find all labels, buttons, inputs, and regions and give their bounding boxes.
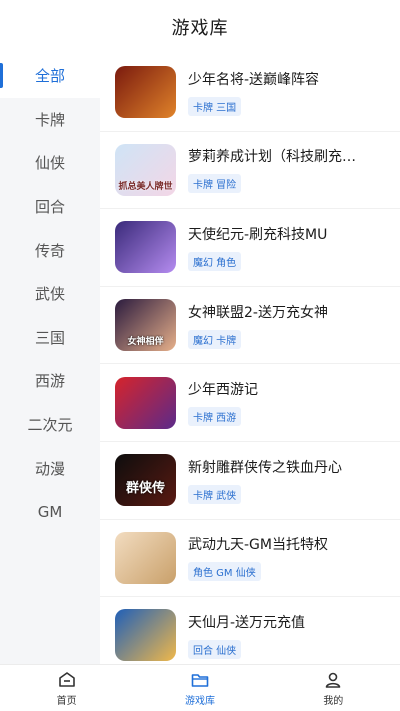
game-thumbnail[interactable] xyxy=(115,609,176,662)
tab-home[interactable]: 首页 xyxy=(0,665,133,711)
game-thumbnail[interactable] xyxy=(115,66,176,119)
game-name: 武动九天-GM当托特权 xyxy=(188,537,328,554)
sidebar-item-label: 全部 xyxy=(34,67,65,86)
sidebar-item-label: 二次元 xyxy=(27,416,73,435)
game-name: 萝莉养成计划（科技刷充… xyxy=(188,149,356,166)
sidebar-item-label: 传奇 xyxy=(34,241,65,260)
sidebar-item-all[interactable]: 全部 xyxy=(0,54,100,98)
page-title: 游戏库 xyxy=(171,18,229,39)
game-list: 少年名将-送巅峰阵容 卡牌 三国 抓总美人牌世 萝莉养成计划（科技刷充… 卡牌 冒险… xyxy=(100,54,400,664)
sidebar-item-label: 武侠 xyxy=(34,285,65,304)
game-thumbnail[interactable]: 抓总美人牌世 xyxy=(115,143,176,196)
top-header: 游戏库 xyxy=(0,0,400,54)
sidebar-item-label: GM xyxy=(37,502,63,521)
game-list-item[interactable]: 群侠传 新射雕群侠传之铁血丹心 卡牌 武侠 xyxy=(100,442,400,520)
game-list-item[interactable]: 抓总美人牌世 萝莉养成计划（科技刷充… 卡牌 冒险 xyxy=(100,132,400,210)
sidebar-item-card[interactable]: 卡牌 xyxy=(0,98,100,142)
sidebar-item-label: 卡牌 xyxy=(34,110,65,129)
sidebar-item-three-kingdoms[interactable]: 三国 xyxy=(0,316,100,360)
game-thumbnail[interactable] xyxy=(115,376,176,429)
game-list-item[interactable]: 武动九天-GM当托特权 角色 GM 仙侠 xyxy=(100,520,400,598)
category-sidebar: 全部 卡牌 仙侠 回合 传奇 武侠 三国 西游 二次元 动漫 GM xyxy=(0,54,100,664)
game-tag: 卡牌 三国 xyxy=(188,96,242,116)
game-name: 天仙月-送万元充值 xyxy=(188,614,306,631)
game-name: 少年西游记 xyxy=(188,382,258,399)
sidebar-item-xianxia[interactable]: 仙侠 xyxy=(0,141,100,185)
tab-label: 首页 xyxy=(56,695,77,707)
sidebar-item-legend[interactable]: 传奇 xyxy=(0,228,100,272)
game-tag: 角色 GM 仙侠 xyxy=(188,562,261,582)
game-name: 新射雕群侠传之铁血丹心 xyxy=(188,459,342,476)
game-tag: 卡牌 武侠 xyxy=(188,484,242,504)
tab-game-library[interactable]: 游戏库 xyxy=(133,665,266,711)
game-list-item[interactable]: 少年西游记卡牌 西游 xyxy=(100,364,400,442)
bottom-tab-bar: 首页 游戏库 我的 xyxy=(0,664,400,711)
sidebar-item-label: 动漫 xyxy=(34,459,65,478)
sidebar-item-acg[interactable]: 二次元 xyxy=(0,403,100,447)
game-thumbnail[interactable]: 女神相伴 xyxy=(115,299,176,352)
game-thumbnail[interactable]: 群侠传 xyxy=(115,454,176,507)
game-list-item[interactable]: 女神相伴 女神联盟2-送万充女神 魔幻 卡牌 xyxy=(100,287,400,365)
user-icon xyxy=(326,672,341,688)
game-tag: 魔幻 卡牌 xyxy=(188,329,242,349)
sidebar-item-turn-based[interactable]: 回合 xyxy=(0,185,100,229)
tab-label: 游戏库 xyxy=(184,695,215,707)
game-tag: 卡牌 冒险 xyxy=(188,174,242,194)
tab-mine[interactable]: 我的 xyxy=(267,665,400,711)
game-tag: 回合 仙侠 xyxy=(188,639,242,659)
game-list-item[interactable]: 天仙月-送万元充值 回合 仙侠 xyxy=(100,597,400,664)
game-tag: 卡牌 西游 xyxy=(188,407,242,427)
sidebar-item-label: 仙侠 xyxy=(34,154,65,173)
sidebar-item-journey-west[interactable]: 西游 xyxy=(0,359,100,403)
game-name: 天使纪元-刷充科技MU xyxy=(188,226,328,243)
home-icon xyxy=(58,671,75,687)
game-name: 少年名将-送巅峰阵容 xyxy=(188,71,320,88)
game-tag: 魔幻 角色 xyxy=(188,251,242,271)
active-indicator xyxy=(0,63,3,88)
folder-icon xyxy=(191,673,209,687)
game-list-item[interactable]: 少年名将-送巅峰阵容 卡牌 三国 xyxy=(100,54,400,132)
sidebar-item-label: 西游 xyxy=(34,372,65,391)
sidebar-item-wuxia[interactable]: 武侠 xyxy=(0,272,100,316)
tab-label: 我的 xyxy=(323,695,344,707)
game-thumbnail[interactable] xyxy=(115,531,176,584)
sidebar-item-anime[interactable]: 动漫 xyxy=(0,446,100,490)
game-name: 女神联盟2-送万充女神 xyxy=(188,304,328,321)
sidebar-item-gm[interactable]: GM xyxy=(0,490,100,534)
game-thumbnail[interactable] xyxy=(115,221,176,274)
game-list-item[interactable]: 天使纪元-刷充科技MU 魔幻 角色 xyxy=(100,209,400,287)
sidebar-item-label: 三国 xyxy=(34,328,65,347)
sidebar-item-label: 回合 xyxy=(34,198,65,217)
